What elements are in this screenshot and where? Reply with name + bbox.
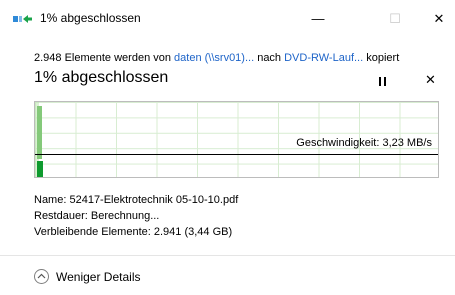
- pause-button[interactable]: [377, 76, 389, 88]
- summary-suffix: kopiert: [363, 52, 400, 64]
- remaining-time-value: Berechnung...: [90, 210, 160, 222]
- pause-icon: [379, 77, 381, 86]
- remaining-time-row: Restdauer: Berechnung...: [34, 208, 238, 224]
- progress-history-bar: [37, 106, 42, 159]
- name-row: Name: 52417-Elektrotechnik 05-10-10.pdf: [34, 192, 238, 208]
- progress-title: 1% abgeschlossen: [34, 69, 169, 86]
- close-button[interactable]: ✕: [424, 6, 454, 32]
- remaining-items-label: Verbleibende Elemente:: [34, 226, 151, 238]
- copy-summary: 2.948 Elemente werden von daten (\\srv01…: [34, 52, 399, 64]
- remaining-time-label: Restdauer:: [34, 210, 88, 222]
- remaining-items-row: Verbleibende Elemente: 2.941 (3,44 GB): [34, 224, 238, 240]
- transfer-speed-graph: Geschwindigkeit: 3,23 MB/s: [34, 101, 439, 178]
- details-section: Name: 52417-Elektrotechnik 05-10-10.pdf …: [34, 192, 238, 240]
- current-speed-line: [35, 154, 438, 155]
- less-details-button[interactable]: Weniger Details: [34, 269, 140, 284]
- footer-divider: [0, 255, 455, 256]
- pause-icon-bar: [384, 77, 386, 86]
- cancel-button[interactable]: ✕: [425, 72, 436, 88]
- summary-middle: nach: [254, 52, 285, 64]
- name-value: 52417-Elektrotechnik 05-10-10.pdf: [69, 194, 239, 206]
- remaining-items-value: 2.941 (3,44 GB): [153, 226, 233, 238]
- less-details-label: Weniger Details: [56, 269, 141, 284]
- copy-app-icon: [13, 15, 32, 23]
- chevron-up-icon: [34, 269, 49, 284]
- minimize-button[interactable]: —: [303, 6, 333, 32]
- name-label: Name:: [34, 194, 67, 206]
- source-link[interactable]: daten (\\srv01)...: [174, 52, 254, 64]
- speed-history-bar: [37, 161, 43, 177]
- destination-link[interactable]: DVD-RW-Lauf...: [284, 52, 363, 64]
- window-title: 1% abgeschlossen: [40, 11, 141, 25]
- title-bar: 1% abgeschlossen — ☐ ✕: [0, 0, 455, 38]
- summary-prefix: 2.948 Elemente werden von: [34, 52, 175, 64]
- speed-label: Geschwindigkeit: 3,23 MB/s: [296, 137, 432, 149]
- maximize-button[interactable]: ☐: [380, 6, 410, 32]
